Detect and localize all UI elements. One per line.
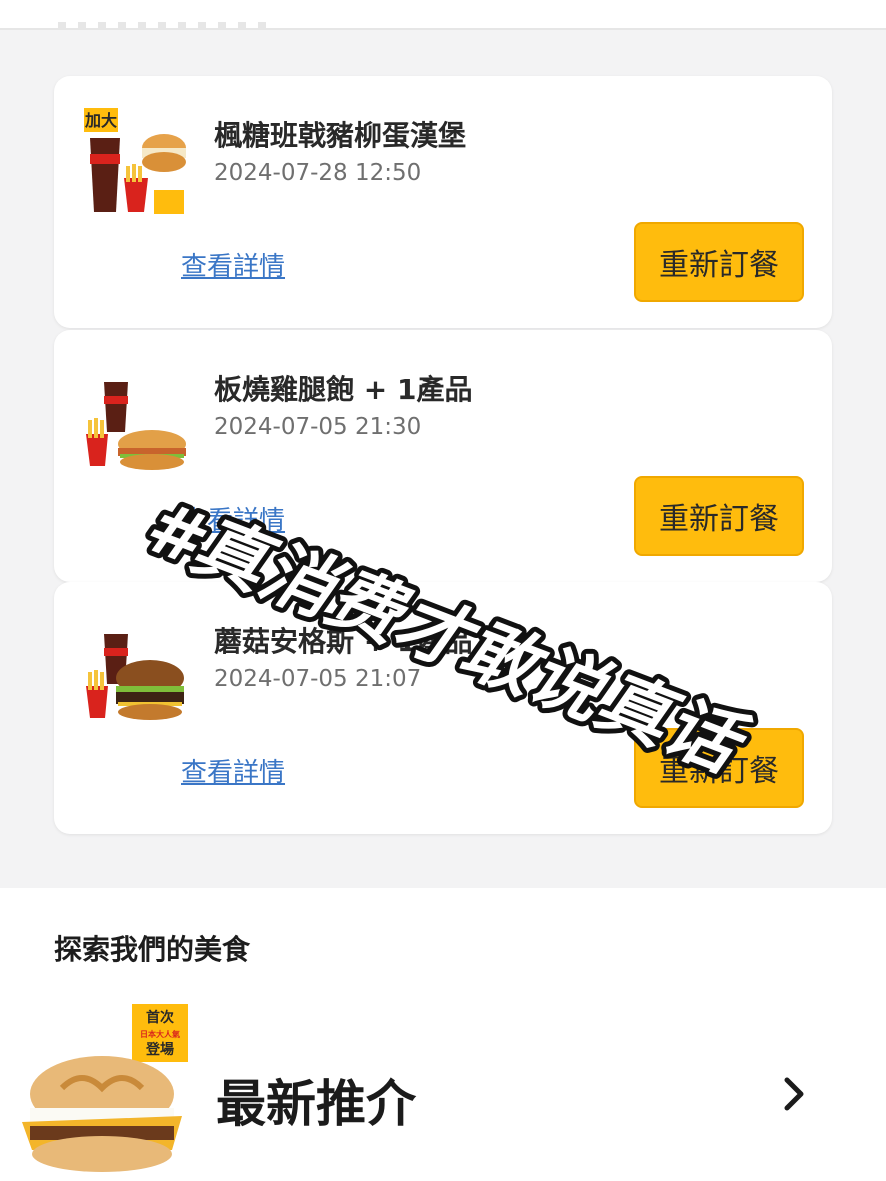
explore-title: 探索我們的美食 [54, 933, 251, 966]
top-bar-faded-text [58, 22, 268, 28]
view-details-link[interactable]: 查看詳情 [181, 500, 285, 537]
meal-image: 加大 [84, 108, 186, 218]
reorder-button[interactable]: 重新訂餐 [634, 728, 804, 808]
order-card: 板燒雞腿飽 + 1產品 2024-07-05 21:30 查看詳情 重新訂餐 [54, 330, 832, 582]
order-card: 蘑菇安格斯 + 1產品 2024-07-05 21:07 查看詳情 重新訂餐 [54, 582, 832, 834]
meal-image [84, 614, 186, 724]
explore-section: 探索我們的美食 首次 日本大人氣 登場 最新推介 [0, 888, 886, 1181]
latest-recommendation-row[interactable]: 首次 日本大人氣 登場 最新推介 [0, 998, 886, 1181]
recommendation-image: 首次 日本大人氣 登場 [22, 1004, 198, 1180]
order-title: 板燒雞腿飽 + 1產品 [214, 373, 473, 406]
reorder-button[interactable]: 重新訂餐 [634, 222, 804, 302]
upsize-badge: 加大 [84, 111, 117, 130]
badge-first-time: 首次 [146, 1009, 174, 1026]
order-title: 蘑菇安格斯 + 1產品 [214, 625, 473, 658]
order-title: 楓糖班戟豬柳蛋漢堡 [214, 119, 467, 152]
order-date: 2024-07-05 21:30 [214, 414, 422, 440]
view-details-link[interactable]: 查看詳情 [181, 246, 285, 283]
meal-image [84, 362, 186, 472]
latest-recommendation-label: 最新推介 [216, 1075, 416, 1133]
top-bar [0, 0, 886, 30]
chevron-right-icon [784, 1077, 804, 1111]
reorder-button[interactable]: 重新訂餐 [634, 476, 804, 556]
order-date: 2024-07-28 12:50 [214, 160, 422, 186]
badge-japan-popular: 日本大人氣 [140, 1029, 180, 1039]
badge-debut: 登場 [145, 1041, 174, 1058]
order-card: 加大 楓糖班戟豬柳蛋漢堡 2024-07-28 12:50 查看詳情 重新訂餐 [54, 76, 832, 328]
view-details-link[interactable]: 查看詳情 [181, 752, 285, 789]
order-date: 2024-07-05 21:07 [214, 666, 422, 692]
